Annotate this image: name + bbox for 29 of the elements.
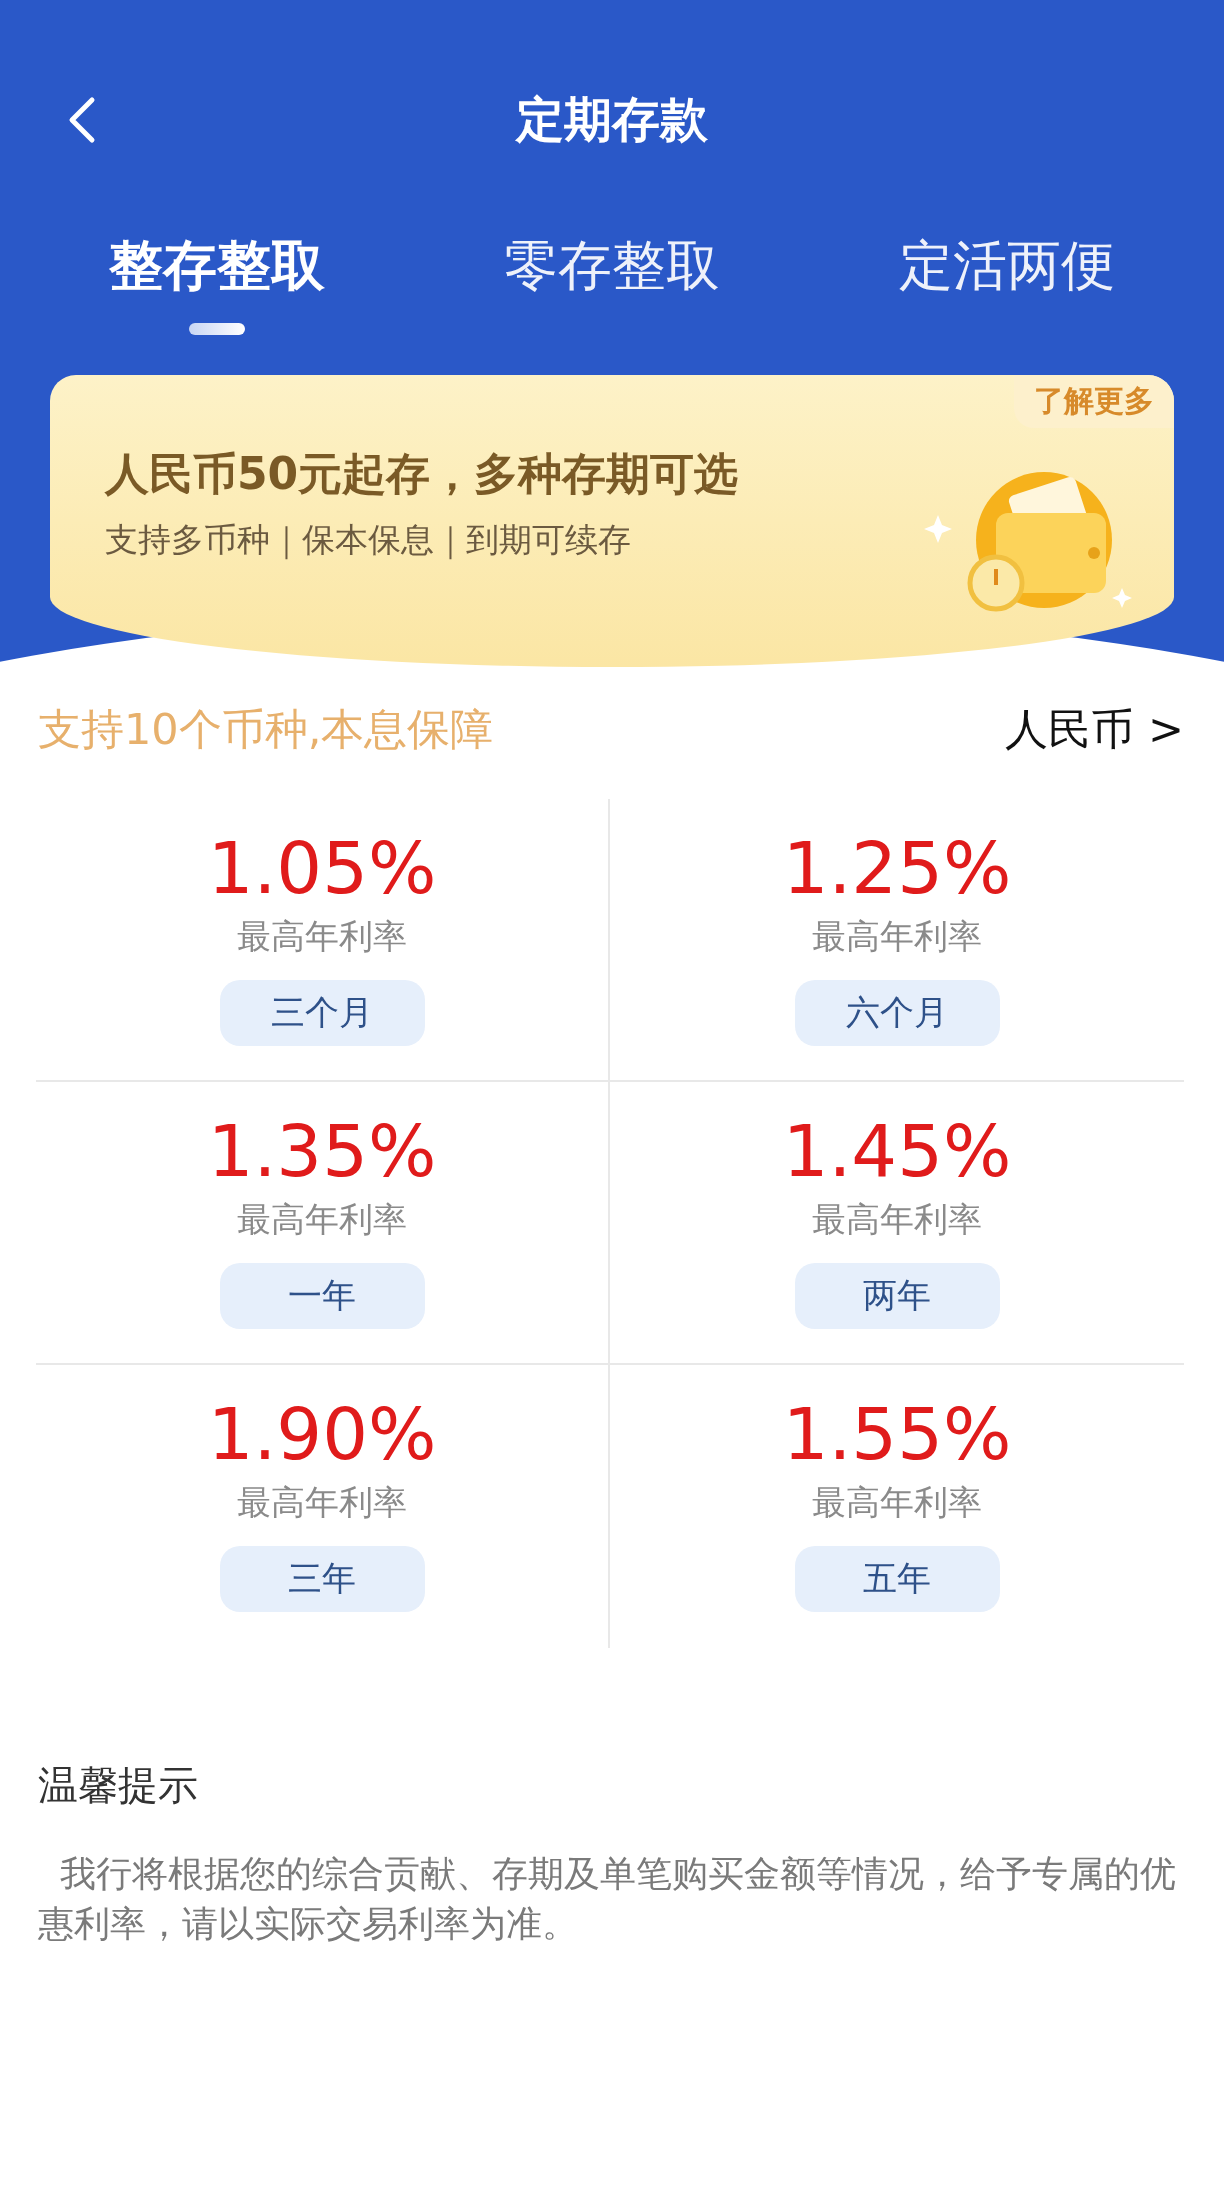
banner-title: 人民币50元起存，多种存期可选 xyxy=(105,447,740,501)
interest-rate: 1.05% xyxy=(207,829,437,909)
interest-rate: 1.25% xyxy=(782,829,1012,909)
rate-label: 最高年利率 xyxy=(812,1198,982,1242)
tips-text: 我行将根据您的综合贡献、存期及单笔购买金额等情况，给予专属的优惠利率，请以实际交易利率为准。 xyxy=(38,1852,1177,1946)
promo-banner[interactable]: 了解更多 人民币50元起存，多种存期可选 支持多币种｜保本保息｜到期可续存 xyxy=(50,375,1174,667)
term-button[interactable]: 五年 xyxy=(794,1546,1000,1613)
term-button[interactable]: 三年 xyxy=(219,1546,425,1613)
banner-subtitle: 支持多币种｜保本保息｜到期可续存 xyxy=(105,519,632,562)
interest-rate: 1.55% xyxy=(782,1395,1012,1475)
interest-rate: 1.35% xyxy=(207,1112,437,1192)
rate-label: 最高年利率 xyxy=(237,1481,407,1525)
rate-label: 最高年利率 xyxy=(812,1481,982,1525)
term-button[interactable]: 一年 xyxy=(219,1263,425,1330)
term-button[interactable]: 三个月 xyxy=(219,980,425,1047)
interest-rate: 1.90% xyxy=(207,1395,437,1475)
currency-selector[interactable]: 人民币 > xyxy=(1005,701,1184,759)
page-title: 定期存款 xyxy=(516,90,708,149)
tab[interactable]: 零存整取 xyxy=(414,230,810,363)
rate-label: 最高年利率 xyxy=(237,915,407,959)
tips-title: 温馨提示 xyxy=(38,1761,199,1810)
tab[interactable]: 整存整取 xyxy=(20,230,415,363)
currency-note: 支持10个币种,本息保障 xyxy=(38,703,494,756)
interest-rate: 1.45% xyxy=(782,1112,1012,1192)
term-button[interactable]: 两年 xyxy=(794,1263,1000,1330)
tab[interactable]: 定活两便 xyxy=(809,230,1204,363)
rate-label: 最高年利率 xyxy=(237,1198,407,1242)
rate-label: 最高年利率 xyxy=(812,915,982,959)
term-button[interactable]: 六个月 xyxy=(794,980,1000,1047)
